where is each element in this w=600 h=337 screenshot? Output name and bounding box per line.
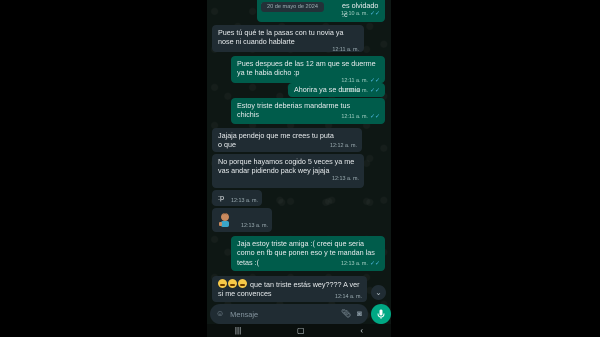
- back-icon[interactable]: ‹: [360, 326, 363, 335]
- message-bubble-outgoing[interactable]: Ahorira ya se durmio 12:11 a. m. ✓✓: [288, 83, 385, 97]
- message-bubble-incoming[interactable]: que tan triste estás wey???? A ver si me…: [212, 276, 367, 302]
- message-time: 12:13 a. m.: [332, 175, 359, 182]
- pleading-face-icon: [238, 279, 247, 288]
- message-input-placeholder: Mensaje: [230, 309, 259, 319]
- read-ticks-icon: ✓✓: [369, 11, 380, 17]
- home-icon[interactable]: ▢: [297, 326, 305, 335]
- message-time: 12:13 a. m.: [340, 261, 368, 267]
- message-time: 12:13 a. m.: [241, 223, 268, 229]
- message-time: 12:11 a. m.: [341, 88, 368, 94]
- message-time: 12:11 a. m.: [341, 114, 368, 120]
- scroll-to-bottom-button[interactable]: ⌄: [371, 285, 386, 300]
- message-text: :p: [218, 193, 224, 202]
- emoji-faces: [218, 279, 250, 289]
- date-pill: 20 de mayo de 2024: [261, 2, 325, 12]
- message-bubble-incoming[interactable]: :p 12:13 a. m.: [212, 190, 262, 206]
- sticker-image: [219, 213, 229, 227]
- recents-icon[interactable]: |||: [235, 326, 241, 335]
- message-bubble-outgoing[interactable]: Estoy triste deberias mandarme tus chich…: [231, 98, 385, 124]
- message-input[interactable]: ☺ Mensaje 📎︎ ◙: [210, 304, 368, 324]
- message-bubble-incoming[interactable]: No porque hayamos cogido 5 veces ya me v…: [212, 154, 364, 188]
- composer-bar: ☺ Mensaje 📎︎ ◙: [207, 304, 391, 324]
- message-time: 12:11 a. m.: [332, 46, 359, 53]
- video-frame: H es olvidado :c 12:10 a. m.✓✓ 20 de may…: [0, 0, 600, 337]
- camera-icon[interactable]: ◙: [357, 310, 362, 318]
- message-time: 12:13 a. m.: [231, 198, 258, 204]
- message-bubble-incoming-sticker[interactable]: 12:13 a. m.: [212, 208, 272, 232]
- message-time: 12:12 a. m.: [330, 143, 357, 149]
- message-time: 12:14 a. m.: [335, 294, 362, 300]
- paperclip-icon[interactable]: 📎︎: [341, 310, 351, 318]
- message-text: No porque hayamos cogido 5 veces ya me v…: [218, 157, 355, 176]
- mic-icon: [377, 309, 385, 319]
- message-bubble-incoming[interactable]: Jajaja pendejo que me crees tu puta o qu…: [212, 128, 362, 152]
- chevron-down-icon: ⌄: [375, 288, 382, 297]
- pleading-face-icon: [218, 279, 227, 288]
- android-nav-bar: ||| ▢ ‹: [207, 324, 391, 337]
- read-ticks-icon: ✓✓: [369, 88, 380, 94]
- message-text: Pues despues de las 12 am que se duerme …: [237, 59, 376, 78]
- message-bubble-outgoing[interactable]: Jaja estoy triste amiga :( creei que ser…: [231, 236, 385, 271]
- message-bubble-incoming[interactable]: Pues tú qué te la pasas con tu novia ya …: [212, 25, 364, 53]
- message-time: 12:10 a. m.: [340, 11, 368, 17]
- mic-button[interactable]: [371, 304, 391, 324]
- chat-screen: H es olvidado :c 12:10 a. m.✓✓ 20 de may…: [207, 0, 391, 337]
- read-ticks-icon: ✓✓: [369, 114, 380, 120]
- message-bubble-outgoing[interactable]: Pues despues de las 12 am que se duerme …: [231, 56, 385, 84]
- pleading-face-icon: [228, 279, 237, 288]
- smiley-icon[interactable]: ☺: [216, 310, 224, 318]
- read-ticks-icon: ✓✓: [369, 261, 380, 267]
- message-text: Jajaja pendejo que me crees tu puta o qu…: [218, 131, 334, 150]
- message-text: Pues tú qué te la pasas con tu novia ya …: [218, 28, 344, 47]
- message-text: Estoy triste deberias mandarme tus chich…: [237, 101, 351, 120]
